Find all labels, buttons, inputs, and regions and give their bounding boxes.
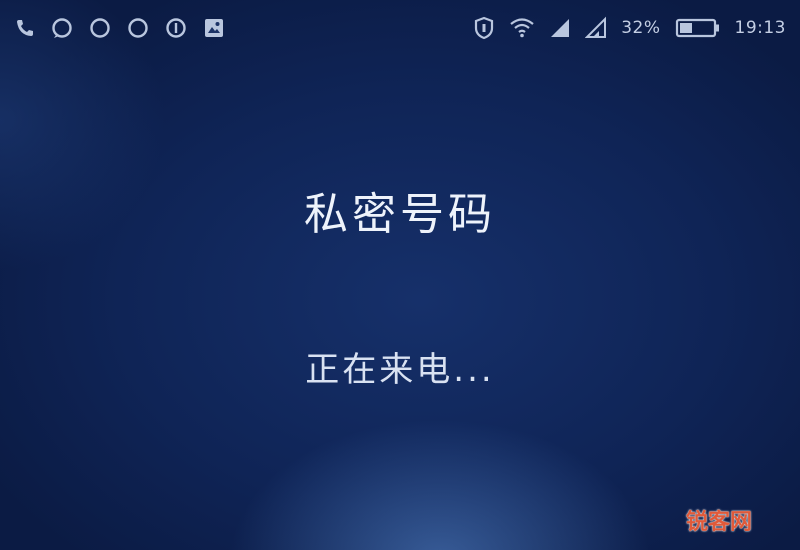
call-status-text: 正在来电... [305,350,495,390]
battery-percent: 32% [621,18,661,38]
chat-bubble-icon [126,16,150,40]
signal-icon [585,16,607,40]
info-icon [164,16,188,40]
chat-bubble-icon [50,16,74,40]
chat-bubble-icon [88,16,112,40]
gallery-icon [202,16,226,40]
wifi-icon [509,16,535,40]
notification-icons [14,16,226,40]
status-bar: 32% 19:13 [0,0,800,56]
caller-name: 私密号码 [304,189,496,240]
shield-icon [473,16,495,40]
watermark: 锐客网 [685,510,752,535]
signal-icon [549,16,571,40]
phone-icon [14,17,36,39]
clock: 19:13 [734,18,786,38]
battery-icon [675,17,721,39]
system-status: 32% 19:13 [473,16,786,40]
